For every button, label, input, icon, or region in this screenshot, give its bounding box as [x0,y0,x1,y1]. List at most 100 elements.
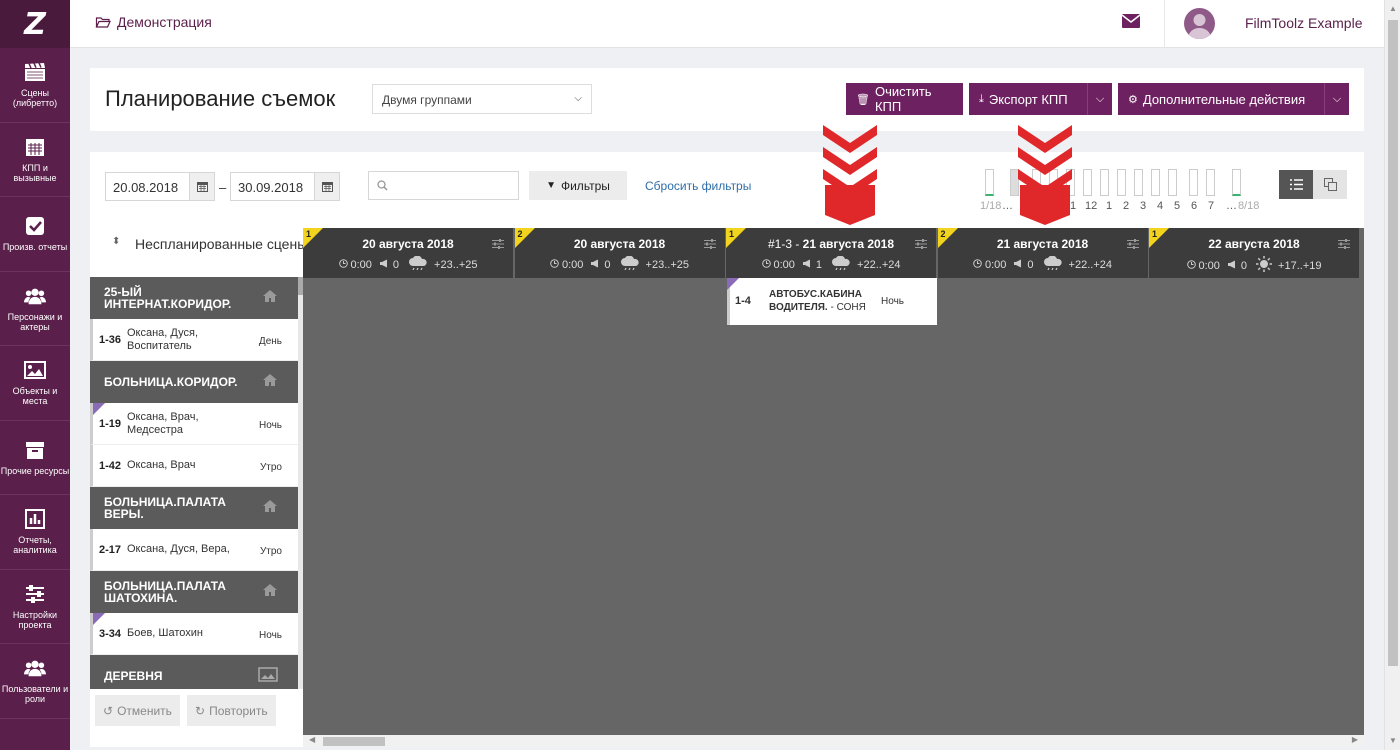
location-group-header[interactable]: ДЕРЕВНЯ [90,655,298,689]
day-date: 20 августа 2018 [515,237,725,251]
search-input[interactable] [368,171,519,200]
scroll-down-icon[interactable]: ▼ [1389,736,1397,745]
undo-button[interactable]: ↺ Отменить [95,695,180,726]
column-settings-icon[interactable] [1338,236,1350,254]
calendar-icon[interactable] [189,173,214,200]
group-select[interactable]: Двумя группами ⌵ [372,84,592,114]
mail-icon[interactable] [1121,14,1141,33]
board-view-button[interactable] [1313,170,1347,199]
schedule-board[interactable]: 1-4 АВТОБУС.КАБИНА ВОДИТЕЛЯ. - СОНЯ Ночь… [303,228,1364,737]
sidebar-item-6[interactable]: Отчеты, аналитика [0,495,70,570]
day-duration: 0:00 [1198,259,1220,272]
sidebar-item-1[interactable]: КПП и вызывные [0,123,70,197]
day-column-header[interactable]: 1 #1-3 - 21 августа 2018 0:00 1 +22..+24 [726,228,937,278]
clock-icon [761,258,771,271]
sidebar-item-7[interactable]: Настройки проекта [0,570,70,644]
clock-icon [973,258,982,271]
histogram-label: 6 [1191,200,1198,212]
download-icon: ⤓ [979,92,984,105]
sort-icon[interactable]: ⬍ [112,236,120,247]
histogram-bar[interactable] [1100,169,1109,196]
column-settings-icon[interactable] [492,236,504,254]
scheduled-scene-card[interactable]: 1-4 АВТОБУС.КАБИНА ВОДИТЕЛЯ. - СОНЯ Ночь [727,278,937,325]
temperature: +22..+24 [1068,258,1112,271]
chevron-down-icon: ⌵ [1332,92,1342,105]
unscheduled-scene[interactable]: 1-42 Оксана, Врач Утро [90,445,298,487]
column-settings-icon[interactable] [703,236,716,254]
day-column-header[interactable]: 1 20 августа 2018 0:00 0 +23..+25 [303,228,514,278]
date-to-input[interactable]: 30.09.2018 [230,172,340,201]
day-date: 22 августа 2018 [1149,237,1359,251]
day-date: #1-3 - 21 августа 2018 [726,237,936,251]
filters-button[interactable]: ▼ Фильтры [529,171,627,200]
sidebar-item-0[interactable]: Сцены (либретто) [0,48,70,123]
day-date-text: 21 августа 2018 [996,237,1089,251]
location-group-header[interactable]: БОЛЬНИЦА.ПАЛАТА ВЕРЫ. [90,487,298,529]
histogram-bar[interactable] [1232,169,1241,196]
calendar-icon[interactable] [314,173,339,200]
day-column-header[interactable]: 2 20 августа 2018 0:00 0 +23..+25 [514,228,726,278]
reset-filters-link[interactable]: Сбросить фильтры [645,179,751,193]
export-kpp-button[interactable]: ⤓ Экспорт КПП [969,83,1087,115]
more-actions-dropdown-button[interactable]: ⌵ [1324,83,1349,115]
page-title: Планирование съемок [105,86,336,111]
histogram-bar[interactable] [1083,169,1092,196]
day-column-header[interactable]: 2 21 августа 2018 0:00 0 +22..+24 [937,228,1149,278]
app-logo[interactable]: Z [0,0,70,48]
sidebar-item-label: Объекты и места [12,386,58,407]
unscheduled-scene[interactable]: 2-17 Оксана, Дуся, Вера, Утро [90,529,298,571]
more-actions-button[interactable]: ⚙ Дополнительные действия [1118,83,1324,115]
histogram-bar[interactable] [1206,169,1215,196]
histogram-bar[interactable] [1134,169,1143,196]
scroll-right-icon[interactable]: ▶ [1352,735,1358,744]
histogram-label: 5 [1174,200,1181,212]
search-icon [377,180,388,191]
histogram-bar[interactable] [1168,169,1177,196]
page-scrollbar[interactable]: ▲ ▼ [1384,0,1400,750]
scrollbar-thumb[interactable] [323,737,385,746]
location-name: ДЕРЕВНЯ [104,669,163,683]
temperature: +23..+25 [434,258,478,271]
breadcrumb[interactable]: Демонстрация [95,14,212,30]
avatar[interactable] [1184,8,1215,39]
scroll-up-icon[interactable]: ▲ [1389,4,1397,13]
copy-icon [1323,178,1337,191]
export-dropdown-button[interactable]: ⌵ [1087,83,1112,115]
sidebar-item-2[interactable]: Произв. отчеты [0,197,70,272]
day-date-text: 20 августа 2018 [362,237,454,251]
top-bar: Демонстрация FilmToolz Example [70,0,1384,48]
sidebar-item-5[interactable]: Прочие ресурсы [0,421,70,495]
location-group-header[interactable]: 25-ЫЙ ИНТЕРНАТ.КОРИДОР. [90,277,298,319]
location-name: 25-ЫЙ ИНТЕРНАТ.КОРИДОР. [104,285,232,311]
sidebar-item-4[interactable]: Объекты и места [0,346,70,421]
cloud-rain-icon [1043,255,1063,273]
unscheduled-scene[interactable]: 3-34 Боев, Шатохин Ночь [90,613,298,655]
histogram-bar[interactable] [1151,169,1160,196]
histogram-bar[interactable] [985,169,994,196]
sidebar-item-label: КПП и вызывные [13,162,57,183]
histogram-label: … [1002,200,1013,212]
redo-icon: ↻ [195,703,206,718]
day-column-header[interactable]: 1 22 августа 2018 0:00 0 +17..+19 [1149,228,1360,278]
sidebar-item-8[interactable]: Пользователи и роли [0,644,70,719]
title-panel: Планирование съемок Двумя группами ⌵ 🗑 О… [90,68,1364,131]
list-view-button[interactable] [1279,170,1313,199]
sidebar-item-3[interactable]: Персонажи и актеры [0,272,70,346]
scrollbar-thumb[interactable] [1388,20,1398,666]
temperature: +23..+25 [645,258,689,271]
column-settings-icon[interactable] [1126,236,1139,254]
location-group-header[interactable]: БОЛЬНИЦА.ПАЛАТА ШАТОХИНА. [90,571,298,613]
histogram-bar[interactable] [1189,169,1198,196]
histogram-label: 12 [1085,200,1098,212]
unscheduled-scene[interactable]: 1-36 Оксана, Дуся, Воспитатель День [90,319,298,361]
clear-kpp-button[interactable]: 🗑 Очистить КПП [846,83,963,115]
board-scrollbar[interactable]: ◀ ▶ [303,735,1364,747]
redo-button[interactable]: ↻ Повторить [187,695,276,726]
column-settings-icon[interactable] [915,236,927,254]
histogram-bar[interactable] [1117,169,1126,196]
unscheduled-scene[interactable]: 1-19 Оксана, Врач, Медсестра Ночь [90,403,298,445]
location-group-header[interactable]: БОЛЬНИЦА.КОРИДОР. [90,361,298,403]
date-from-input[interactable]: 20.08.2018 [105,172,215,201]
user-name[interactable]: FilmToolz Example [1245,15,1362,31]
scroll-left-icon[interactable]: ◀ [309,735,315,744]
